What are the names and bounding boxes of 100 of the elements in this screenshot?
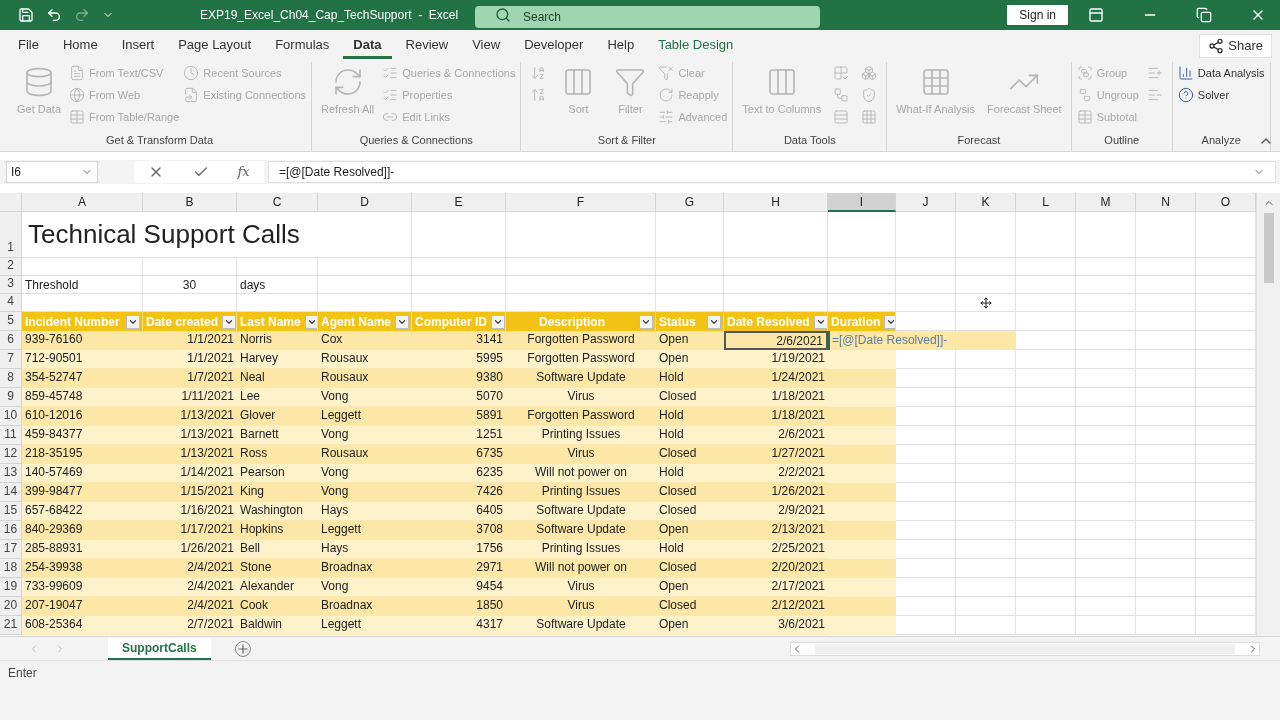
formula-field[interactable]: =[@[Date Resolved]]- — [268, 161, 1276, 183]
row-number[interactable]: 1 — [0, 212, 22, 258]
ribbon-tab[interactable]: Help — [597, 33, 645, 59]
row-number[interactable]: 8 — [0, 369, 22, 388]
column-header[interactable]: D — [318, 193, 412, 212]
row-number[interactable]: 17 — [0, 540, 22, 559]
table-cell: 1/15/2021 — [143, 483, 237, 502]
row-number[interactable]: 9 — [0, 388, 22, 407]
sheet-tab[interactable]: SupportCalls — [108, 637, 211, 660]
column-header[interactable]: F — [506, 193, 656, 212]
column-header[interactable]: I — [828, 193, 896, 212]
table-cell — [828, 407, 896, 426]
ribbon-tab[interactable]: Data — [343, 33, 392, 59]
row-number[interactable]: 4 — [0, 294, 22, 312]
ribbon-tab[interactable]: Developer — [514, 33, 594, 59]
filter-dropdown-button[interactable] — [639, 314, 653, 329]
column-header[interactable]: L — [1016, 193, 1076, 212]
ribbon-button[interactable]: Solver — [1177, 84, 1265, 106]
row-number[interactable]: 16 — [0, 521, 22, 540]
row-number[interactable]: 13 — [0, 464, 22, 483]
ribbon-tab[interactable]: File — [8, 33, 49, 59]
ribbon-group-label: Queries & Connections — [358, 133, 474, 148]
filter-dropdown-button[interactable] — [395, 314, 409, 329]
horizontal-scrollbar[interactable] — [790, 641, 1260, 656]
column-header[interactable]: G — [656, 193, 724, 212]
sign-in-button[interactable]: Sign in — [1007, 5, 1068, 25]
save-icon[interactable] — [18, 7, 34, 23]
table-cell: Open — [656, 521, 724, 540]
table-cell: Printing Issues — [506, 483, 656, 502]
column-header[interactable]: C — [237, 193, 318, 212]
row-number[interactable]: 21 — [0, 616, 22, 635]
share-button[interactable]: Share — [1199, 34, 1272, 58]
ribbon-tab[interactable]: Insert — [111, 33, 165, 59]
column-header[interactable]: O — [1196, 193, 1256, 212]
name-box[interactable]: I6 — [6, 161, 98, 183]
table-cell: Hold — [656, 369, 724, 388]
scrollbar-thumb[interactable] — [1263, 213, 1274, 283]
filter-dropdown-button[interactable] — [884, 314, 895, 329]
row-number[interactable]: 7 — [0, 350, 22, 369]
row-number[interactable]: 11 — [0, 426, 22, 445]
filter-dropdown-button[interactable] — [126, 314, 140, 329]
table-cell — [956, 559, 1016, 578]
row-number[interactable]: 20 — [0, 597, 22, 616]
column-header[interactable]: N — [1136, 193, 1196, 212]
table-cell: 4317 — [412, 616, 506, 635]
table-cell: 5995 — [412, 350, 506, 369]
column-header[interactable]: J — [896, 193, 956, 212]
row-number[interactable]: 10 — [0, 407, 22, 426]
column-header[interactable]: A — [22, 193, 143, 212]
table-cell — [1076, 212, 1136, 258]
ribbon-tab[interactable]: Page Layout — [168, 33, 262, 59]
table-cell — [1136, 445, 1196, 464]
column-header[interactable]: B — [143, 193, 237, 212]
table-cell: 1/7/2021 — [143, 369, 237, 388]
table-cell: Virus — [506, 578, 656, 597]
table-cell: Open — [656, 350, 724, 369]
filter-dropdown-button[interactable] — [491, 314, 505, 329]
ribbon-button[interactable]: Data Analysis — [1177, 62, 1265, 84]
table-cell — [1136, 294, 1196, 312]
table-cell — [1016, 464, 1076, 483]
column-header[interactable]: E — [412, 193, 506, 212]
table-cell: Alexander — [237, 578, 318, 597]
row-number[interactable]: 19 — [0, 578, 22, 597]
row-number[interactable]: 14 — [0, 483, 22, 502]
filter-dropdown-button[interactable] — [813, 314, 827, 329]
table-cell — [956, 426, 1016, 445]
search-field[interactable]: Search — [475, 6, 820, 28]
undo-icon[interactable] — [46, 7, 62, 23]
insert-function-button[interactable]: fx — [237, 162, 250, 182]
row-number[interactable]: 15 — [0, 502, 22, 521]
table-cell — [1136, 559, 1196, 578]
restore-icon[interactable] — [1196, 7, 1212, 23]
table-cell — [1076, 388, 1136, 407]
row-number[interactable]: 12 — [0, 445, 22, 464]
ribbon-tab[interactable]: Home — [52, 33, 108, 59]
ribbon-display-icon[interactable] — [1088, 7, 1104, 23]
filter-dropdown-button[interactable] — [222, 314, 236, 329]
table-cell: 1/13/2021 — [143, 445, 237, 464]
filter-dropdown-button[interactable] — [707, 314, 721, 329]
row-number[interactable]: 18 — [0, 559, 22, 578]
header-label: Computer ID — [415, 313, 487, 331]
ribbon-tab[interactable]: View — [462, 33, 511, 59]
row-number[interactable]: 5 — [0, 312, 22, 331]
table-cell — [828, 388, 896, 407]
row-number[interactable]: 6 — [0, 331, 22, 350]
filter-dropdown-button[interactable] — [304, 314, 317, 329]
ribbon-tab[interactable]: Review — [395, 33, 459, 59]
table-cell: Barnett — [237, 426, 318, 445]
ribbon-tab[interactable]: Formulas — [265, 33, 340, 59]
table-cell: Hays — [318, 502, 412, 521]
column-header[interactable]: M — [1076, 193, 1136, 212]
column-header[interactable]: H — [724, 193, 828, 212]
column-header[interactable]: K — [956, 193, 1016, 212]
vertical-scrollbar[interactable] — [1256, 193, 1280, 636]
ribbon-tab[interactable]: Table Design — [648, 33, 744, 59]
row-number[interactable]: 2 — [0, 258, 22, 276]
table-cell: 254-39938 — [22, 559, 143, 578]
row-number[interactable]: 3 — [0, 276, 22, 294]
table-cell — [1016, 312, 1076, 331]
editing-cell[interactable]: =[@[Date Resolved]]- — [828, 331, 1016, 350]
